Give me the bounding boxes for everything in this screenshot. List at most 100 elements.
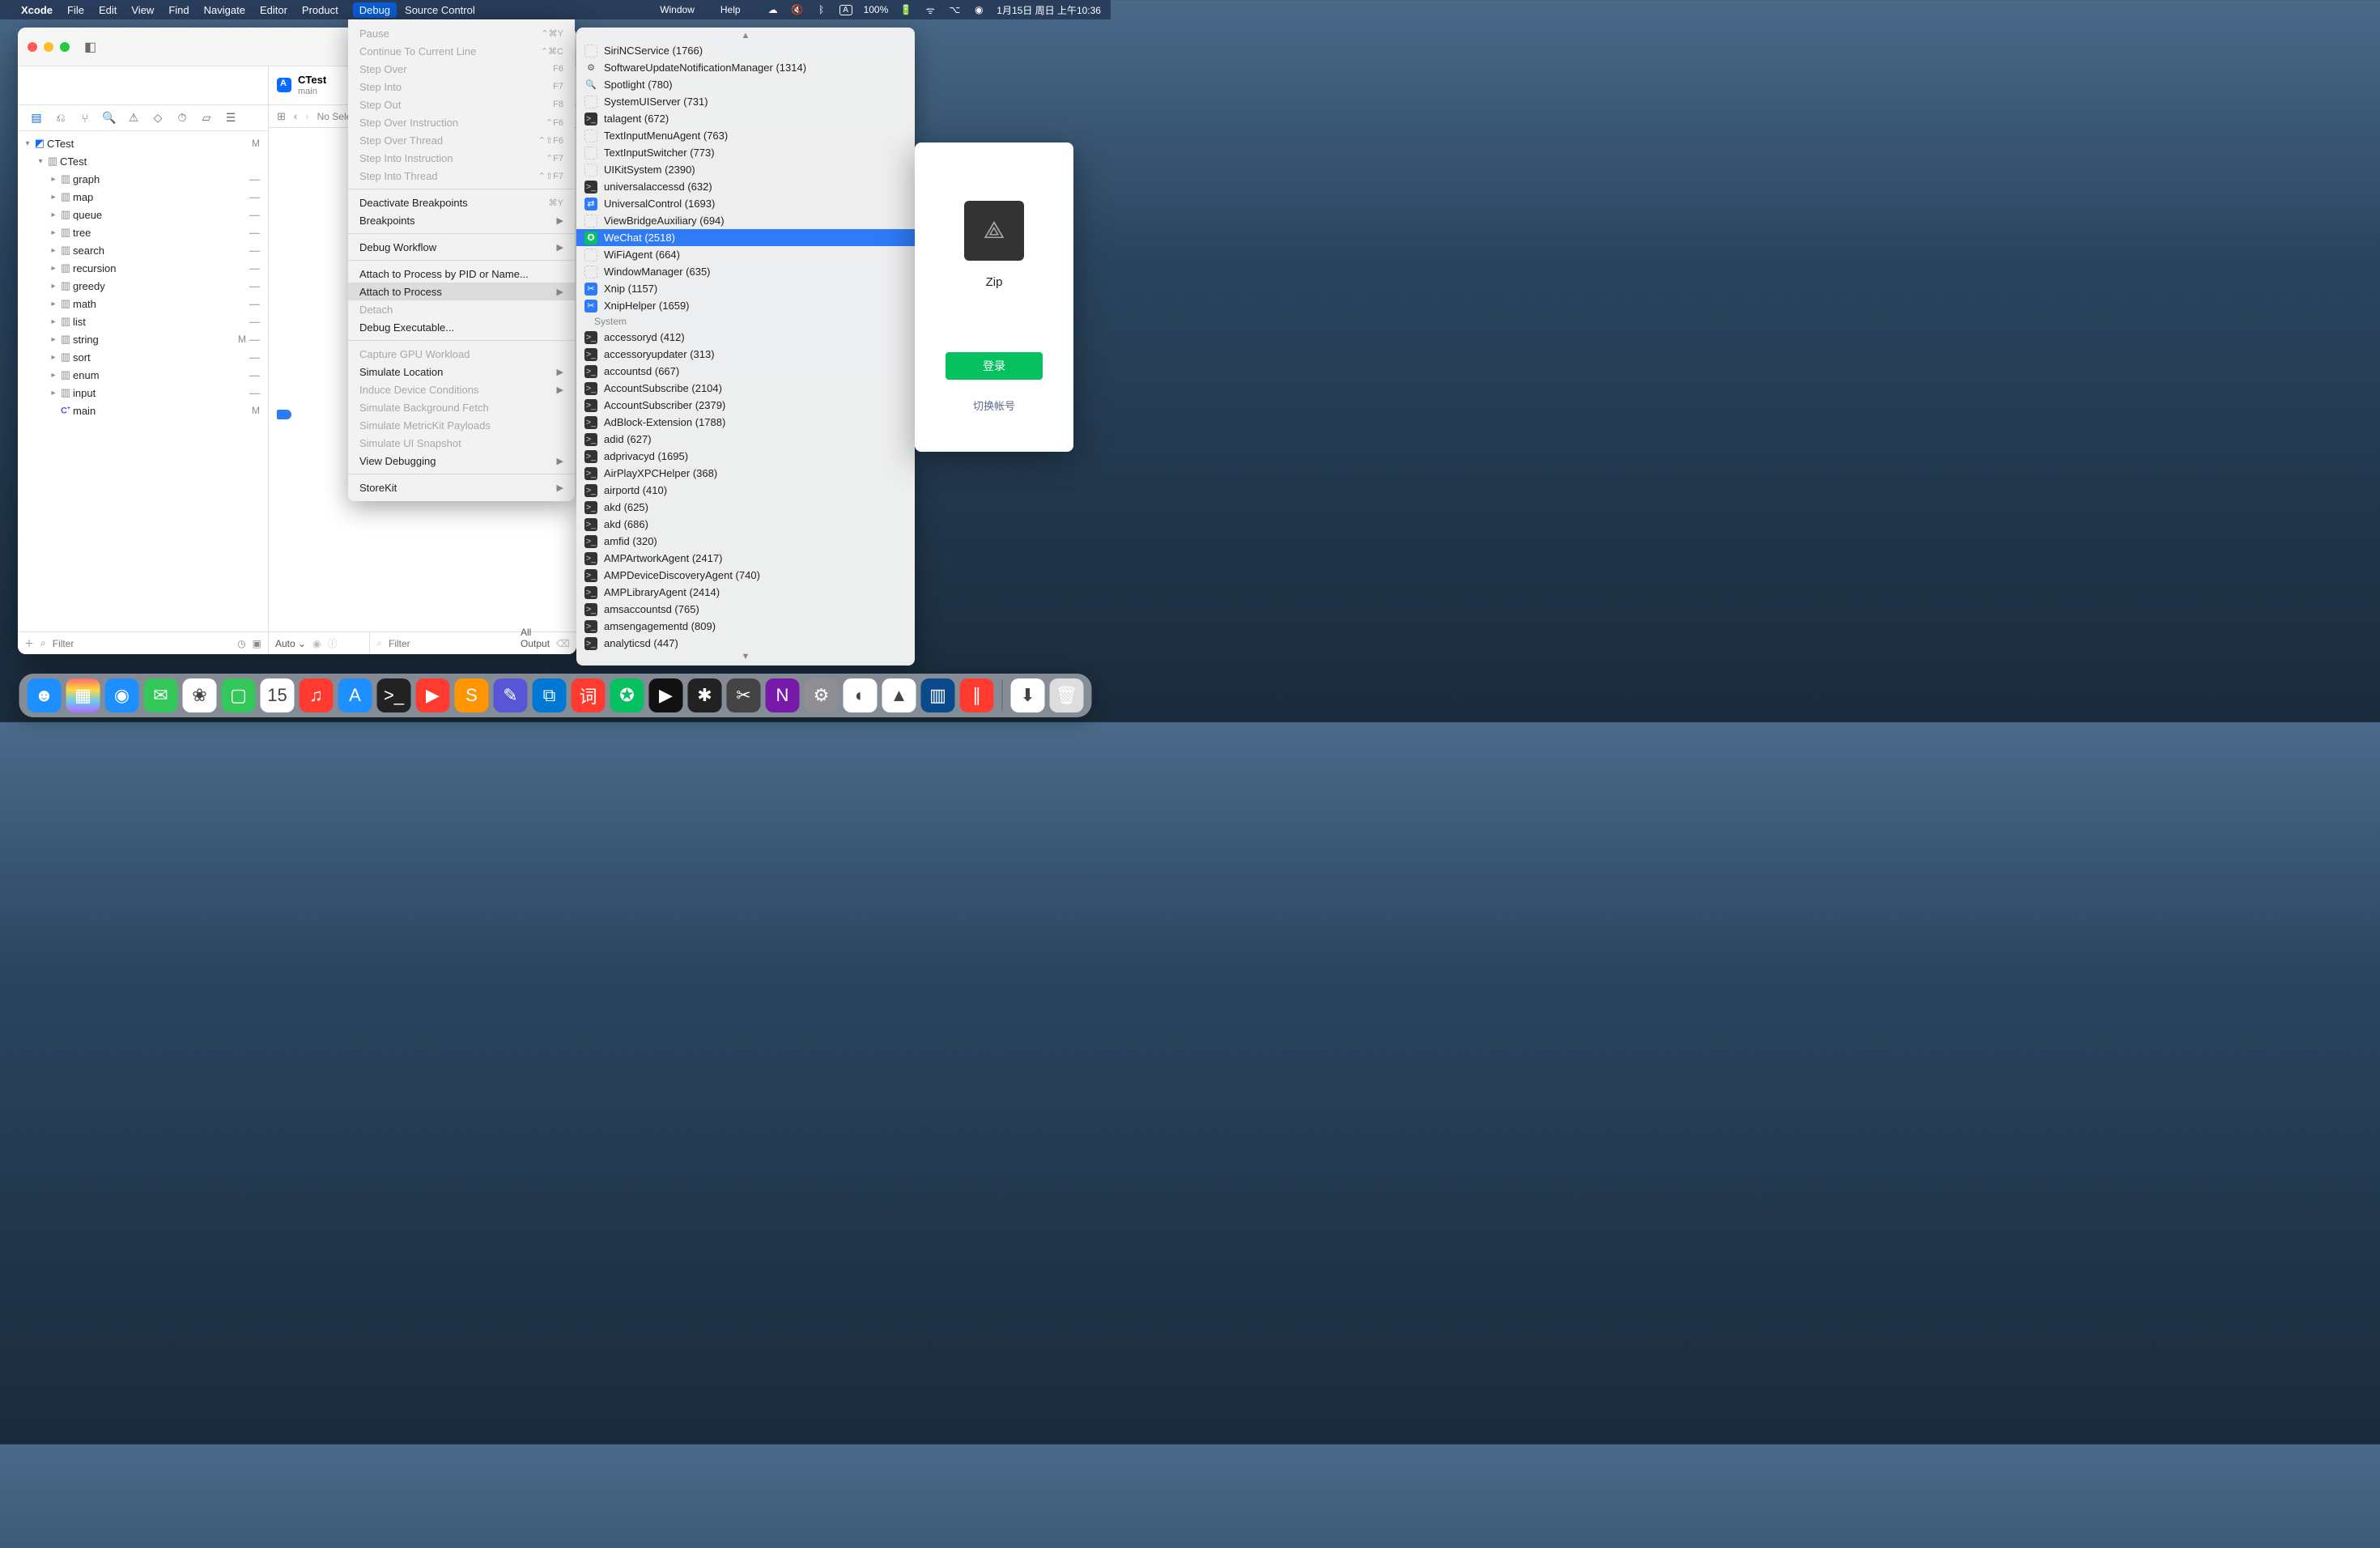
menu-item-debug-executable-[interactable]: Debug Executable... — [348, 318, 575, 336]
process-item[interactable]: 🔍Spotlight (780) — [576, 76, 915, 93]
disclosure-icon[interactable]: ▸ — [49, 300, 58, 308]
dock-icon-parallels[interactable]: ∥ — [960, 678, 994, 712]
input-source-icon[interactable]: A — [839, 5, 852, 15]
dock-icon-wechat[interactable]: ✪ — [610, 678, 644, 712]
process-item[interactable]: >_AMPArtworkAgent (2417) — [576, 550, 915, 567]
dock-icon-calendar[interactable]: 15 — [261, 678, 295, 712]
tree-item-graph[interactable]: ▸▥graph— — [18, 170, 268, 188]
symbol-navigator-icon[interactable]: ⑂ — [78, 112, 92, 125]
dock-icon-trash[interactable]: 🗑 — [1050, 678, 1084, 712]
related-items-icon[interactable]: ⊞ — [277, 110, 286, 123]
tree-item-ctest[interactable]: ▾◩CTestM — [18, 134, 268, 152]
menu-edit[interactable]: Edit — [99, 4, 117, 16]
dock-icon-terminal[interactable]: >_ — [377, 678, 411, 712]
cloud-icon[interactable]: ☁ — [767, 4, 780, 15]
menu-file[interactable]: File — [67, 4, 84, 16]
debug-navigator-icon[interactable]: ⏱ — [175, 111, 189, 125]
process-item[interactable]: >_AMPDeviceDiscoveryAgent (740) — [576, 567, 915, 584]
info-icon[interactable]: ⓘ — [328, 636, 338, 650]
process-item[interactable]: >_airportd (410) — [576, 482, 915, 499]
process-item[interactable]: TextInputMenuAgent (763) — [576, 127, 915, 144]
tree-item-string[interactable]: ▸▥stringM— — [18, 330, 268, 348]
menu-debug[interactable]: Debug — [353, 2, 397, 18]
process-item[interactable]: >_akd (686) — [576, 516, 915, 533]
datetime[interactable]: 1月15日 周日 上午10:36 — [997, 3, 1101, 17]
process-item[interactable]: WiFiAgent (664) — [576, 246, 915, 263]
breakpoint-marker-icon[interactable] — [277, 410, 291, 419]
dock-icon-monitor[interactable]: ▥ — [921, 678, 955, 712]
process-item[interactable]: >_analyticsd (447) — [576, 635, 915, 652]
menu-item-view-debugging[interactable]: View Debugging▶ — [348, 452, 575, 470]
control-center-icon[interactable]: ⌥ — [948, 4, 961, 15]
wechat-switch-account[interactable]: 切换帐号 — [973, 398, 1015, 413]
dock-icon-photos[interactable]: ❀ — [183, 678, 217, 712]
dock-icon-messages[interactable]: ✉ — [144, 678, 178, 712]
process-item[interactable]: >_adprivacyd (1695) — [576, 448, 915, 465]
dock-icon-launchpad[interactable]: ▦ — [66, 678, 100, 712]
tree-item-tree[interactable]: ▸▥tree— — [18, 223, 268, 241]
scheme-selector[interactable]: CTest main — [269, 74, 326, 96]
menu-item-storekit[interactable]: StoreKit▶ — [348, 478, 575, 496]
find-navigator-icon[interactable]: 🔍 — [102, 111, 117, 125]
sidebar-toggle-icon[interactable]: ◧ — [84, 39, 96, 55]
menu-item-attach-to-process-by-pid-or-name-[interactable]: Attach to Process by PID or Name... — [348, 265, 575, 283]
test-navigator-icon[interactable]: ◇ — [151, 111, 165, 125]
project-navigator-icon[interactable]: ▤ — [29, 111, 44, 125]
dock-icon-safari[interactable]: ◉ — [105, 678, 139, 712]
window-close-button[interactable] — [28, 42, 37, 52]
dock-icon-music[interactable]: ♫ — [300, 678, 334, 712]
disclosure-icon[interactable]: ▸ — [49, 175, 58, 184]
process-item[interactable]: ✂Xnip (1157) — [576, 280, 915, 297]
menu-help[interactable]: Help — [720, 4, 741, 15]
process-item[interactable]: >_accessoryupdater (313) — [576, 346, 915, 363]
dock-icon-appstore[interactable]: A — [338, 678, 372, 712]
window-zoom-button[interactable] — [60, 42, 70, 52]
process-item[interactable]: >_AMPLibraryAgent (2414) — [576, 584, 915, 601]
wechat-login-button[interactable]: 登录 — [946, 352, 1043, 380]
disclosure-icon[interactable]: ▸ — [49, 264, 58, 273]
tree-item-map[interactable]: ▸▥map— — [18, 188, 268, 206]
menu-editor[interactable]: Editor — [260, 4, 287, 16]
disclosure-icon[interactable]: ▸ — [49, 193, 58, 202]
dock-icon-finder[interactable]: ☻ — [28, 678, 62, 712]
menu-window[interactable]: Window — [660, 4, 695, 15]
dock-icon-pdf[interactable]: ▶ — [416, 678, 450, 712]
process-item[interactable]: WindowManager (635) — [576, 263, 915, 280]
bluetooth-icon[interactable]: ᛒ — [815, 4, 828, 15]
disclosure-icon[interactable]: ▸ — [49, 371, 58, 380]
variables-view-mode[interactable]: Auto ⌄ — [275, 638, 306, 649]
dock-icon-dict[interactable]: 词 — [572, 678, 606, 712]
tree-item-list[interactable]: ▸▥list— — [18, 313, 268, 330]
scm-filter-icon[interactable]: ▣ — [253, 638, 261, 649]
menu-view[interactable]: View — [131, 4, 154, 16]
tree-item-main[interactable]: C+mainM — [18, 402, 268, 419]
report-navigator-icon[interactable]: ☰ — [223, 111, 238, 125]
disclosure-icon[interactable]: ▸ — [49, 353, 58, 362]
dock-icon-facetime[interactable]: ▢ — [222, 678, 256, 712]
eye-icon[interactable]: ◉ — [312, 638, 321, 649]
app-menu[interactable]: Xcode — [21, 4, 53, 16]
tree-item-sort[interactable]: ▸▥sort— — [18, 348, 268, 366]
disclosure-icon[interactable]: ▾ — [36, 157, 45, 166]
dock-icon-settings[interactable]: ⚙ — [805, 678, 839, 712]
disclosure-icon[interactable]: ▸ — [49, 317, 58, 326]
menu-item-debug-workflow[interactable]: Debug Workflow▶ — [348, 238, 575, 256]
menu-item-attach-to-process[interactable]: Attach to Process▶ — [348, 283, 575, 300]
scroll-up-arrow[interactable]: ▲ — [576, 31, 915, 42]
menu-item-simulate-location[interactable]: Simulate Location▶ — [348, 363, 575, 381]
console-filter-input[interactable] — [389, 638, 514, 649]
tree-item-input[interactable]: ▸▥input— — [18, 384, 268, 402]
process-item[interactable]: >_AdBlock-Extension (1788) — [576, 414, 915, 431]
menu-item-breakpoints[interactable]: Breakpoints▶ — [348, 211, 575, 229]
mute-icon[interactable]: 🔇 — [791, 4, 804, 15]
disclosure-icon[interactable]: ▸ — [49, 389, 58, 398]
process-item[interactable]: >_accessoryd (412) — [576, 329, 915, 346]
process-item[interactable]: TextInputSwitcher (773) — [576, 144, 915, 161]
disclosure-icon[interactable]: ▸ — [49, 282, 58, 291]
process-item[interactable]: ✪WeChat (2518) — [576, 229, 915, 246]
recent-filter-icon[interactable]: ◷ — [237, 638, 245, 649]
process-item[interactable]: >_amfid (320) — [576, 533, 915, 550]
process-item[interactable]: ViewBridgeAuxiliary (694) — [576, 212, 915, 229]
process-item[interactable]: >_amsaccountsd (765) — [576, 601, 915, 618]
tree-item-ctest[interactable]: ▾▥CTest — [18, 152, 268, 170]
